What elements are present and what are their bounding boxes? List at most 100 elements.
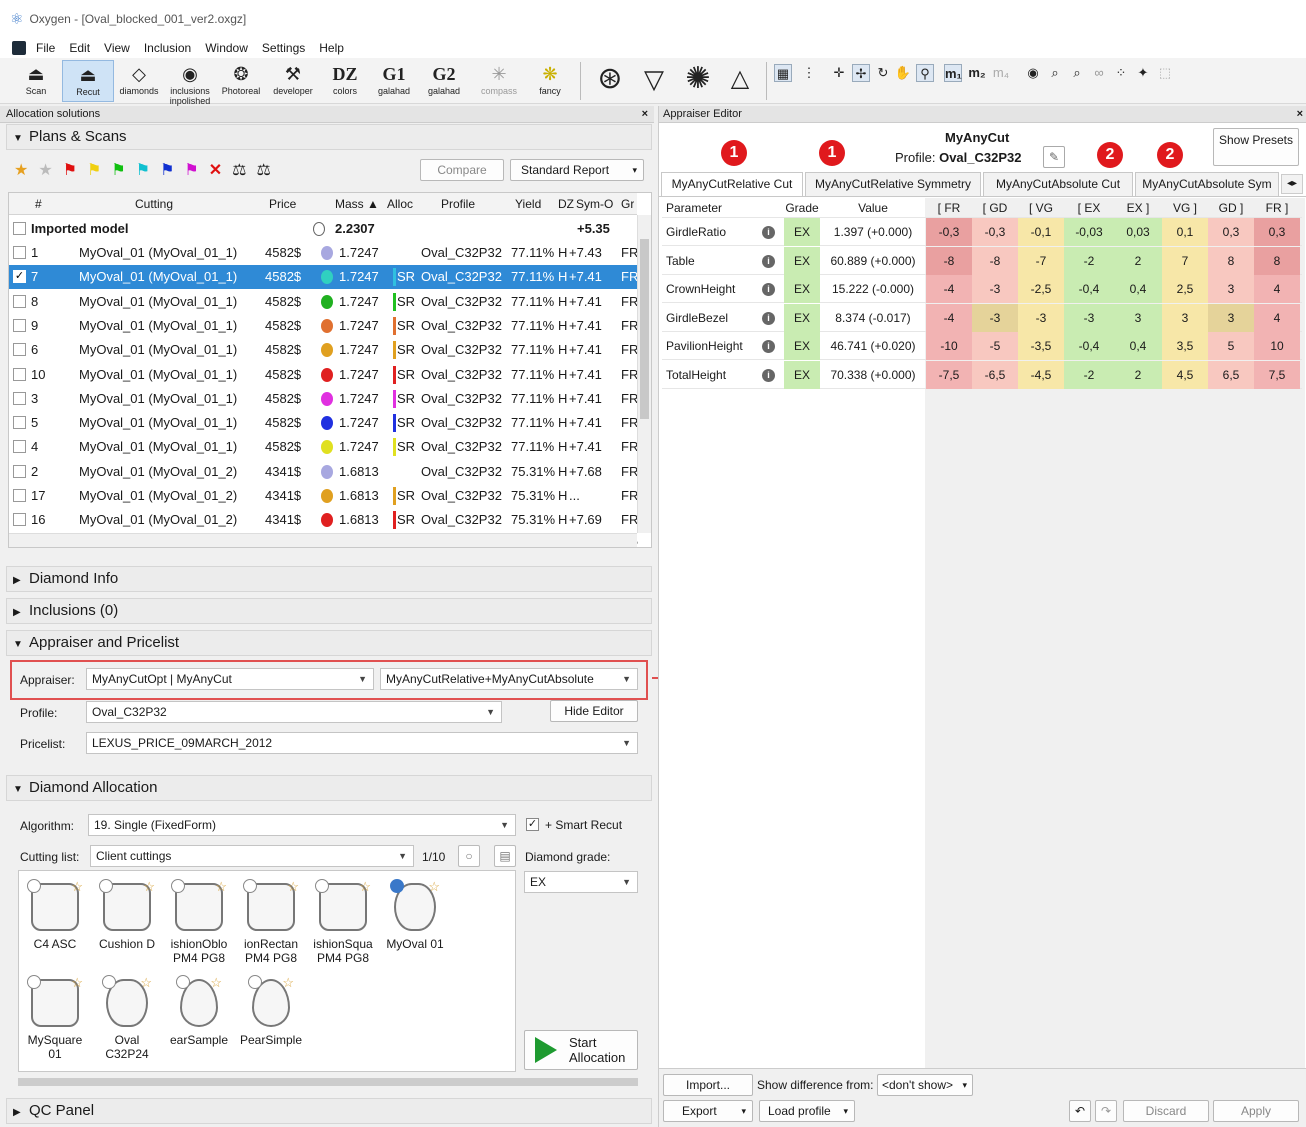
star-icon[interactable]: ☆ — [215, 879, 227, 895]
cutting-item[interactable]: ☆ ishionSqua PM4 PG8 — [311, 879, 375, 965]
app-menu-icon[interactable] — [12, 41, 26, 55]
range-cell[interactable]: -3 — [972, 275, 1018, 304]
pricelist-select[interactable]: LEXUS_PRICE_09MARCH_2012 ▼ — [86, 732, 638, 754]
pin-icon[interactable]: ⚲ — [916, 64, 934, 82]
cutting-item[interactable]: ☆ Cushion D — [95, 879, 159, 951]
table-row[interactable]: 16 MyOval_01 (MyOval_01_2) 4341$ 1.6813 SR Ov… — [9, 508, 638, 532]
cutting-item[interactable]: ☆ C4 ASC — [23, 879, 87, 951]
view-bottom-button[interactable]: ✺ — [678, 60, 718, 102]
select-circle-icon[interactable] — [243, 879, 257, 893]
range-cell[interactable]: -0,03 — [1064, 218, 1114, 246]
parameter-row[interactable]: GirdleBezel i EX 8.374 (-0.017) -4 -3 -3 -3 3 3 3 4 — [662, 303, 1302, 332]
cutting-item[interactable]: ☆ PearSimple — [239, 975, 303, 1047]
standard-report-button[interactable]: Standard Report ▾ — [510, 159, 644, 181]
diamond-allocation-header[interactable]: ▼ Diamond Allocation — [6, 775, 652, 801]
tab-scroll-arrows-icon[interactable]: ◂▸ — [1281, 174, 1303, 194]
range-cell[interactable]: -3 — [1064, 303, 1114, 332]
table-row[interactable]: 6 MyOval_01 (MyOval_01_1) 4582$ 1.7247 SR Ova… — [9, 338, 638, 362]
range-cell[interactable]: -4 — [926, 303, 972, 332]
flag-blue-icon[interactable]: ⚑ — [160, 160, 174, 180]
menu-inclusion[interactable]: Inclusion — [144, 41, 191, 55]
star-icon[interactable]: ☆ — [71, 975, 83, 991]
compass-button[interactable]: ✳ compass — [474, 60, 524, 102]
diamond-grade-select[interactable]: EX ▼ — [524, 871, 638, 893]
select-circle-icon[interactable] — [315, 879, 329, 893]
range-cell[interactable]: 3 — [1114, 303, 1162, 332]
range-cell[interactable]: -3 — [972, 303, 1018, 332]
scan-button[interactable]: ⏏ Scan — [14, 60, 58, 102]
star-icon[interactable]: ☆ — [210, 975, 222, 991]
flag-red-icon[interactable]: ⚑ — [63, 160, 77, 180]
row-checkbox[interactable] — [13, 367, 26, 381]
cutting-list-select[interactable]: Client cuttings ▼ — [90, 845, 414, 867]
col-profile[interactable]: Profile — [441, 193, 475, 217]
inclusions-header[interactable]: ▶ Inclusions (0) — [6, 598, 652, 624]
range-cell[interactable]: 0,4 — [1114, 332, 1162, 361]
range-cell[interactable]: 5 — [1208, 332, 1254, 361]
select-circle-icon[interactable] — [27, 975, 41, 989]
range-cell[interactable]: -0,3 — [972, 218, 1018, 246]
appraiser-mode-select[interactable]: MyAnyCutRelative+MyAnyCutAbsolute ▼ — [380, 668, 638, 690]
apply-button[interactable]: Apply — [1213, 1100, 1299, 1122]
menu-help[interactable]: Help — [319, 41, 344, 55]
developer-button[interactable]: ⚒ developer — [268, 60, 318, 102]
range-cell[interactable]: -4,5 — [1018, 361, 1064, 389]
photoreal-button[interactable]: ❂ Photoreal — [218, 60, 264, 102]
range-cell[interactable]: -3,5 — [1018, 332, 1064, 361]
parameter-row[interactable]: TotalHeight i EX 70.338 (+0.000) -7,5 -6,5 -4,… — [662, 361, 1302, 389]
circle-option-icon[interactable]: ○ — [458, 845, 480, 867]
compare-button[interactable]: Compare — [420, 159, 504, 181]
tab-relative-cut[interactable]: MyAnyCutRelative Cut — [661, 172, 803, 197]
recut-button[interactable]: ⏏ Recut — [62, 60, 114, 102]
table-row[interactable]: 5 MyOval_01 (MyOval_01_1) 4582$ 1.7247 SR Ova… — [9, 411, 638, 435]
tab-absolute-sym[interactable]: MyAnyCutAbsolute Sym — [1135, 172, 1279, 196]
cutting-item[interactable]: ☆ MyOval 01 — [383, 879, 447, 951]
range-cell[interactable]: 4 — [1254, 303, 1300, 332]
flag-green-icon[interactable]: ⚑ — [111, 160, 125, 180]
range-cell[interactable]: -10 — [926, 332, 972, 361]
col-number[interactable]: # — [35, 193, 42, 217]
view-crown-button[interactable]: △ — [720, 60, 760, 102]
star-icon[interactable]: ☆ — [143, 879, 155, 895]
table-row[interactable]: 1 MyOval_01 (MyOval_01_1) 4582$ 1.7247 Oval_… — [9, 241, 638, 265]
appraiser-select[interactable]: MyAnyCutOpt | MyAnyCut ▼ — [86, 668, 374, 690]
range-cell[interactable]: 3 — [1162, 303, 1208, 332]
range-cell[interactable]: 6,5 — [1208, 361, 1254, 389]
col-grade[interactable]: Gr — [621, 193, 634, 217]
info-icon[interactable]: i — [762, 369, 775, 382]
info-icon[interactable]: i — [762, 311, 775, 325]
range-cell[interactable]: 3,5 — [1162, 332, 1208, 361]
row-checkbox[interactable] — [13, 318, 26, 332]
view-side-button[interactable]: ▽ — [634, 60, 674, 102]
range-cell[interactable]: 8 — [1208, 246, 1254, 275]
horizontal-scrollbar[interactable] — [9, 533, 637, 547]
close-icon[interactable]: × — [642, 106, 648, 122]
inclusions-button[interactable]: ◉ inclusions inpolished — [164, 60, 216, 106]
parameter-row[interactable]: Table i EX 60.889 (+0.000) -8 -8 -7 -2 2 7 8 8 — [662, 246, 1302, 275]
range-cell[interactable]: -7,5 — [926, 361, 972, 389]
range-cell[interactable]: -2 — [1064, 246, 1114, 275]
col-price[interactable]: Price — [269, 193, 296, 217]
qc-panel-header[interactable]: ▶ QC Panel — [6, 1098, 652, 1124]
smart-recut-checkbox[interactable]: ✓ — [526, 818, 539, 831]
col-dz[interactable]: DZ — [558, 193, 574, 217]
delete-icon[interactable]: ✕ — [209, 160, 222, 180]
range-cell[interactable]: 0,4 — [1114, 275, 1162, 304]
cutting-item[interactable]: ☆ ishionOblo PM4 PG8 — [167, 879, 231, 965]
diamond-info-header[interactable]: ▶ Diamond Info — [6, 566, 652, 592]
zoom-out-icon[interactable]: ⌕ — [1068, 64, 1086, 82]
move-icon[interactable]: ✛ — [830, 64, 848, 82]
range-cell[interactable]: 2 — [1114, 246, 1162, 275]
vertical-scrollbar[interactable] — [637, 215, 651, 533]
vertical-dots-icon[interactable]: ⋮ — [800, 64, 818, 82]
range-cell[interactable]: 7 — [1162, 246, 1208, 275]
export-button[interactable]: Export ▾ — [663, 1100, 753, 1122]
zoom-in-icon[interactable]: ⌕ — [1046, 64, 1064, 82]
flag-cyan-icon[interactable]: ⚑ — [136, 160, 150, 180]
view-round-button[interactable]: ⊛ — [590, 60, 630, 102]
range-cell[interactable]: -0,3 — [926, 218, 972, 246]
info-icon[interactable]: i — [762, 283, 775, 297]
scatter-icon[interactable]: ⁘ — [1112, 64, 1130, 82]
cutting-item[interactable]: ☆ Oval C32P24 — [95, 975, 159, 1061]
appraiser-pricelist-header[interactable]: ▼ Appraiser and Pricelist — [6, 630, 652, 656]
